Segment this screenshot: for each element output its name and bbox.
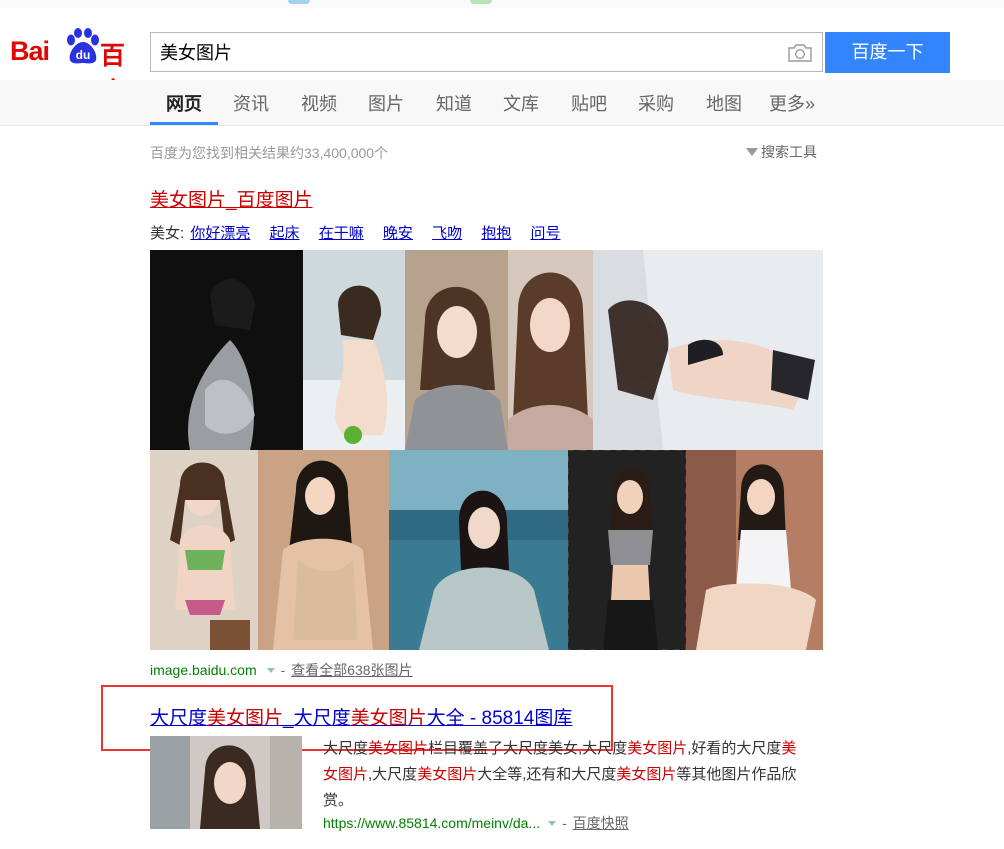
desc-text: 大全等,还有和大尺度 xyxy=(477,766,617,783)
image-thumbnail[interactable] xyxy=(405,250,508,450)
baidu-logo[interactable]: Bai du 百度 xyxy=(10,28,140,106)
paw-icon: du xyxy=(67,28,99,64)
search-button[interactable]: 百度一下 xyxy=(825,32,950,73)
separator: - xyxy=(280,662,286,678)
tags-label: 美女: xyxy=(150,225,185,242)
tab-video[interactable]: 视频 xyxy=(301,90,337,116)
tag-link[interactable]: 飞吻 xyxy=(432,225,462,242)
cache-snapshot-link[interactable]: 百度快照 xyxy=(573,815,629,831)
separator: - xyxy=(562,815,567,831)
result-title-link[interactable]: 美女图片_百度图片 xyxy=(150,185,313,212)
tab-caigou[interactable]: 采购 xyxy=(638,90,674,116)
dropdown-arrow-icon[interactable] xyxy=(266,668,275,673)
title-highlight: 美女图片 xyxy=(350,708,427,729)
desc-text: 大尺度 xyxy=(323,740,369,757)
tab-webpage[interactable]: 网页 xyxy=(166,90,202,116)
tag-link[interactable]: 问号 xyxy=(530,225,560,242)
tag-link[interactable]: 你好漂亮 xyxy=(190,225,250,242)
header: Bai du 百度 百度一下 xyxy=(0,8,1004,106)
active-tab-indicator xyxy=(150,122,218,125)
image-thumbnail[interactable] xyxy=(303,250,405,450)
image-thumbnail[interactable] xyxy=(508,250,593,450)
dropdown-arrow-icon[interactable] xyxy=(548,821,557,826)
image-thumbnail[interactable] xyxy=(150,450,258,650)
image-thumbnail[interactable] xyxy=(258,450,389,650)
title-text: 大尺度 xyxy=(150,708,208,729)
image-thumbnail[interactable] xyxy=(686,450,823,650)
tab-more[interactable]: 更多» xyxy=(769,90,815,116)
image-thumbnail[interactable] xyxy=(389,450,568,650)
desc-highlight: 美女图片 xyxy=(417,766,478,783)
tab-map[interactable]: 地图 xyxy=(706,90,742,116)
result-url: image.baidu.com - 查看全部638张图片 xyxy=(150,660,413,680)
view-all-images-link[interactable]: 查看全部638张图片 xyxy=(291,662,412,678)
logo-du-text: du xyxy=(76,48,91,62)
image-thumbnail[interactable] xyxy=(568,450,686,650)
camera-icon[interactable] xyxy=(788,43,812,62)
logo-latin-text: Bai xyxy=(10,36,50,66)
filter-icon xyxy=(746,148,758,156)
tab-images[interactable]: 图片 xyxy=(368,90,404,116)
search-box xyxy=(150,32,823,72)
image-thumbnail[interactable] xyxy=(593,250,823,450)
title-highlight: 美女图片 xyxy=(207,708,284,729)
desc-text: ,好看的大尺度 xyxy=(687,740,782,757)
tab-indicator xyxy=(288,0,310,4)
result-url: https://www.85814.com/meinv/da... - 百度快照 xyxy=(323,813,629,833)
result-count: 百度为您找到相关结果约33,400,000个 xyxy=(150,145,389,161)
search-input[interactable] xyxy=(160,33,780,71)
tab-tieba[interactable]: 贴吧 xyxy=(571,90,607,116)
title-text: 大全 - 85814图库 xyxy=(426,708,573,729)
result-description: 大尺度美女图片栏目覆盖了大尺度美女,大尺度美女图片,好看的大尺度美女图片,大尺度… xyxy=(323,736,809,814)
tab-wenku[interactable]: 文库 xyxy=(503,90,539,116)
image-thumbnail[interactable] xyxy=(150,250,303,450)
desc-text: 栏目覆盖了大尺度美女,大尺度 xyxy=(428,740,628,757)
desc-highlight: 美女图片 xyxy=(368,740,429,757)
tab-news[interactable]: 资讯 xyxy=(233,90,269,116)
desc-text: ,大尺度 xyxy=(368,766,418,783)
search-tools[interactable]: 搜索工具 xyxy=(746,142,817,162)
url-text: image.baidu.com xyxy=(150,662,257,678)
tag-links-row: 美女: 你好漂亮 起床 在干嘛 晚安 飞吻 抱抱 问号 xyxy=(150,222,575,243)
tag-link[interactable]: 在干嘛 xyxy=(319,225,364,242)
desc-highlight: 美女图片 xyxy=(616,766,677,783)
search-tabs: 网页 资讯 视频 图片 知道 文库 贴吧 采购 地图 更多» xyxy=(0,80,1004,126)
result-thumbnail[interactable] xyxy=(150,736,302,829)
desc-highlight: 美女图片 xyxy=(627,740,688,757)
tab-indicator xyxy=(470,0,492,4)
result-title-link[interactable]: 大尺度美女图片_大尺度美女图片大全 - 85814图库 xyxy=(150,703,572,730)
search-tools-label: 搜索工具 xyxy=(761,144,817,160)
tab-zhidao[interactable]: 知道 xyxy=(436,90,472,116)
tag-link[interactable]: 抱抱 xyxy=(481,225,511,242)
title-text: _大尺度 xyxy=(283,708,351,729)
tag-link[interactable]: 起床 xyxy=(270,225,300,242)
url-text: https://www.85814.com/meinv/da... xyxy=(323,815,541,831)
tag-link[interactable]: 晚安 xyxy=(383,225,413,242)
